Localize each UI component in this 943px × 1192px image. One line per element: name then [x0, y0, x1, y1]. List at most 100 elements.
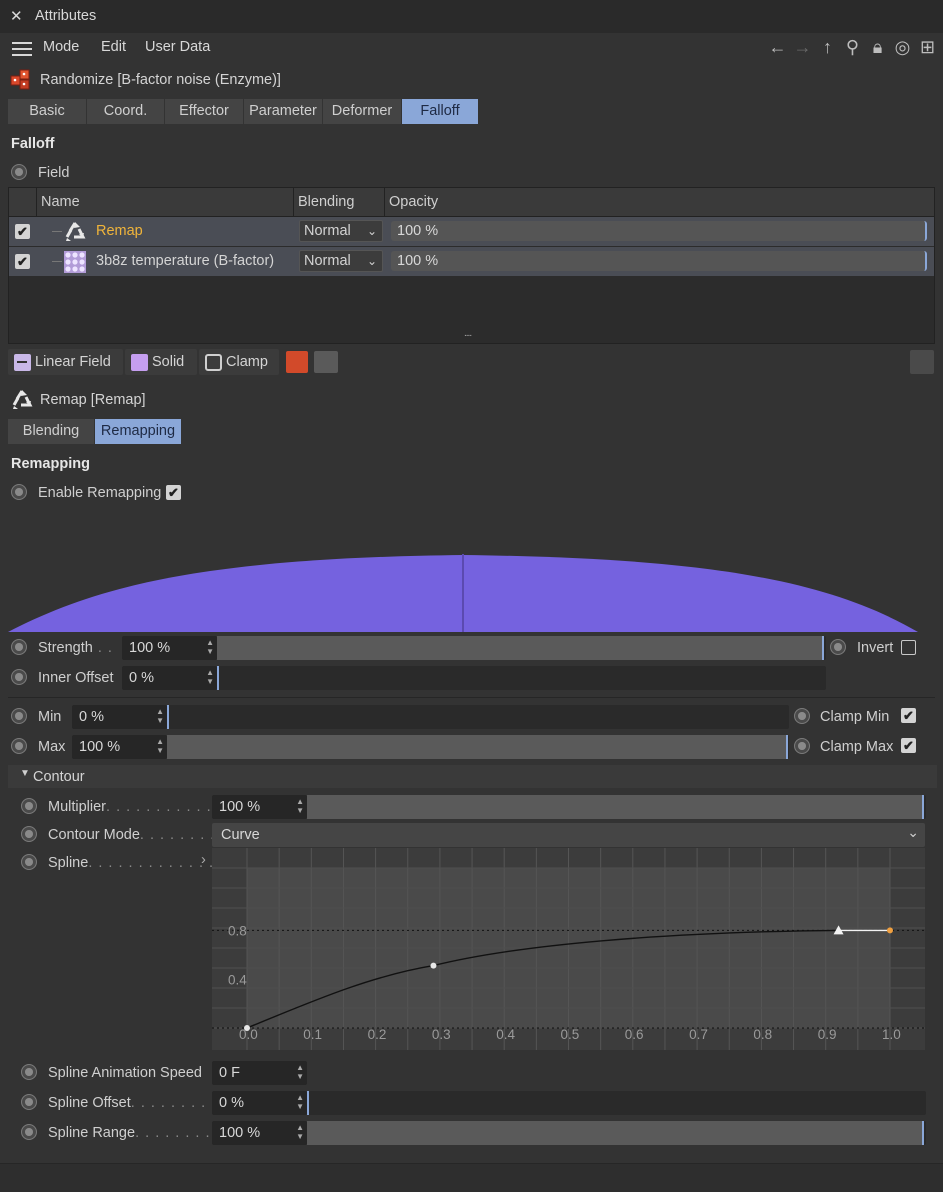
field-enable-checkbox[interactable]: ✔	[15, 224, 30, 239]
field-options-icon[interactable]	[910, 350, 934, 374]
column-name[interactable]: Name	[41, 194, 80, 210]
spline-editor[interactable]: 0.0 0.1 0.2 0.3 0.4 0.5 0.6 0.7 0.8 0.9 1.00.40.8	[212, 848, 925, 1050]
close-icon[interactable]: ✕	[10, 7, 23, 25]
multiplier-label: Multiplier. . . . . . . . . . . .	[48, 799, 222, 815]
nav-toolbar: ← → ↑ ⚲ 🔒︎ ◎ ⊞	[768, 36, 937, 58]
x-tick-label: 0.3	[432, 1027, 451, 1042]
field-row-temperature[interactable]: ✔ 3b8z temperature (B-factor) Normal ⌄ 10…	[9, 247, 934, 276]
tab-falloff[interactable]: Falloff	[402, 99, 479, 124]
tab-parameter[interactable]: Parameter	[244, 99, 323, 124]
x-tick-label: 1.0	[882, 1027, 901, 1042]
inner-offset-keyframe[interactable]	[11, 669, 27, 685]
spline-anim-speed-input[interactable]: 0 F ▲ ▼	[212, 1061, 307, 1085]
spline-tangent-handle[interactable]	[887, 927, 893, 934]
spline-keyframe[interactable]	[21, 854, 37, 870]
spline-offset-input[interactable]: 0 % ▲ ▼	[212, 1091, 307, 1115]
target-icon[interactable]: ◎	[893, 37, 912, 57]
max-slider[interactable]	[167, 735, 789, 759]
title-bar: ✕ Attributes	[0, 0, 943, 33]
tab-coord[interactable]: Coord.	[87, 99, 165, 124]
min-slider[interactable]	[167, 705, 789, 729]
list-resize-handle[interactable]: ....	[464, 328, 472, 339]
multiplier-input[interactable]: 100 % ▲ ▼	[212, 795, 307, 819]
spline-knot[interactable]	[430, 962, 437, 969]
add-layer-icon[interactable]	[286, 351, 308, 373]
y-tick-label: 0.4	[228, 972, 247, 987]
enable-remapping-label: Enable Remapping	[38, 485, 162, 501]
forward-arrow-icon[interactable]: →	[793, 37, 812, 57]
remap-header: Remap [Remap]	[40, 392, 146, 408]
lock-icon[interactable]: 🔒︎	[868, 37, 887, 57]
remapping-section-title: Remapping	[11, 456, 90, 472]
enable-remapping-checkbox[interactable]: ✔	[166, 485, 181, 500]
triangle-down-icon: ▼	[20, 768, 30, 779]
field-enable-checkbox[interactable]: ✔	[15, 254, 30, 269]
contour-mode-dropdown[interactable]: Curve ⌄	[212, 823, 925, 847]
spline-offset-slider[interactable]	[307, 1091, 926, 1115]
multiplier-keyframe[interactable]	[21, 798, 37, 814]
spline-offset-keyframe[interactable]	[21, 1094, 37, 1110]
back-arrow-icon[interactable]: ←	[768, 37, 787, 57]
clamp-max-checkbox[interactable]: ✔	[901, 738, 916, 753]
min-keyframe[interactable]	[11, 708, 27, 724]
search-icon[interactable]: ⚲	[843, 37, 862, 57]
opacity-slider[interactable]: 100 %	[391, 251, 927, 271]
inner-offset-input[interactable]: 0 % ▲ ▼	[122, 666, 217, 690]
spline-knot[interactable]	[244, 1025, 250, 1031]
hamburger-menu-icon[interactable]	[12, 42, 32, 56]
opacity-slider[interactable]: 100 %	[391, 221, 927, 241]
inner-offset-slider[interactable]	[217, 666, 826, 690]
tab-effector[interactable]: Effector	[165, 99, 244, 124]
blending-dropdown[interactable]: Normal ⌄	[299, 220, 383, 242]
max-input[interactable]: 100 % ▲ ▼	[72, 735, 167, 759]
chevron-right-icon[interactable]: ›	[201, 852, 206, 868]
multiplier-slider[interactable]	[307, 795, 926, 819]
blending-dropdown[interactable]: Normal ⌄	[299, 250, 383, 272]
menu-user-data[interactable]: User Data	[145, 39, 210, 55]
clamp-max-label: Clamp Max	[820, 739, 894, 755]
contour-mode-label: Contour Mode. . . . . . . .	[48, 827, 216, 843]
contour-group-header[interactable]: ▼ Contour	[8, 765, 937, 788]
field-keyframe-radio[interactable]	[11, 164, 27, 180]
up-arrow-icon[interactable]: ↑	[818, 37, 837, 57]
object-name: Randomize [B-factor noise (Enzyme)]	[40, 72, 281, 88]
new-panel-icon[interactable]: ⊞	[918, 37, 937, 57]
strength-label: Strength . .	[38, 640, 113, 656]
invert-keyframe[interactable]	[830, 639, 846, 655]
strength-slider[interactable]	[217, 636, 826, 660]
spline-anim-speed-keyframe[interactable]	[21, 1064, 37, 1080]
tab-remapping[interactable]: Remapping	[95, 419, 182, 444]
menu-mode[interactable]: Mode	[43, 39, 79, 55]
max-keyframe[interactable]	[11, 738, 27, 754]
remap-recycle-icon	[10, 388, 34, 412]
linear-field-button[interactable]: Linear Field	[8, 349, 123, 375]
invert-checkbox[interactable]	[901, 640, 916, 655]
spline-offset-label: Spline Offset. . . . . . . . . .	[48, 1095, 227, 1111]
clamp-min-checkbox[interactable]: ✔	[901, 708, 916, 723]
clamp-field-button[interactable]: Clamp	[199, 349, 279, 375]
column-blending[interactable]: Blending	[298, 194, 354, 210]
solid-field-button[interactable]: Solid	[125, 349, 197, 375]
field-row-remap[interactable]: ✔ Remap Normal ⌄ 100 %	[9, 217, 934, 246]
contour-mode-keyframe[interactable]	[21, 826, 37, 842]
x-tick-label: 0.9	[818, 1027, 837, 1042]
enable-remapping-keyframe[interactable]	[11, 484, 27, 500]
tab-deformer[interactable]: Deformer	[323, 99, 402, 124]
column-opacity[interactable]: Opacity	[389, 194, 438, 210]
spline-range-input[interactable]: 100 % ▲ ▼	[212, 1121, 307, 1145]
min-input[interactable]: 0 % ▲ ▼	[72, 705, 167, 729]
chevron-down-icon: ⌄	[366, 224, 377, 238]
menu-edit[interactable]: Edit	[101, 39, 126, 55]
chevron-down-icon: ⌄	[366, 254, 377, 268]
spline-range-slider[interactable]	[307, 1121, 926, 1145]
clamp-min-keyframe[interactable]	[794, 708, 810, 724]
strength-input[interactable]: 100 % ▲ ▼	[122, 636, 217, 660]
new-folder-icon[interactable]	[314, 351, 338, 373]
spline-range-keyframe[interactable]	[21, 1124, 37, 1140]
strength-keyframe[interactable]	[11, 639, 27, 655]
stepper-icon: ▲ ▼	[296, 1123, 304, 1141]
field-row-name: Remap	[96, 223, 143, 239]
tab-basic[interactable]: Basic	[8, 99, 87, 124]
clamp-max-keyframe[interactable]	[794, 738, 810, 754]
tab-blending[interactable]: Blending	[8, 419, 95, 444]
